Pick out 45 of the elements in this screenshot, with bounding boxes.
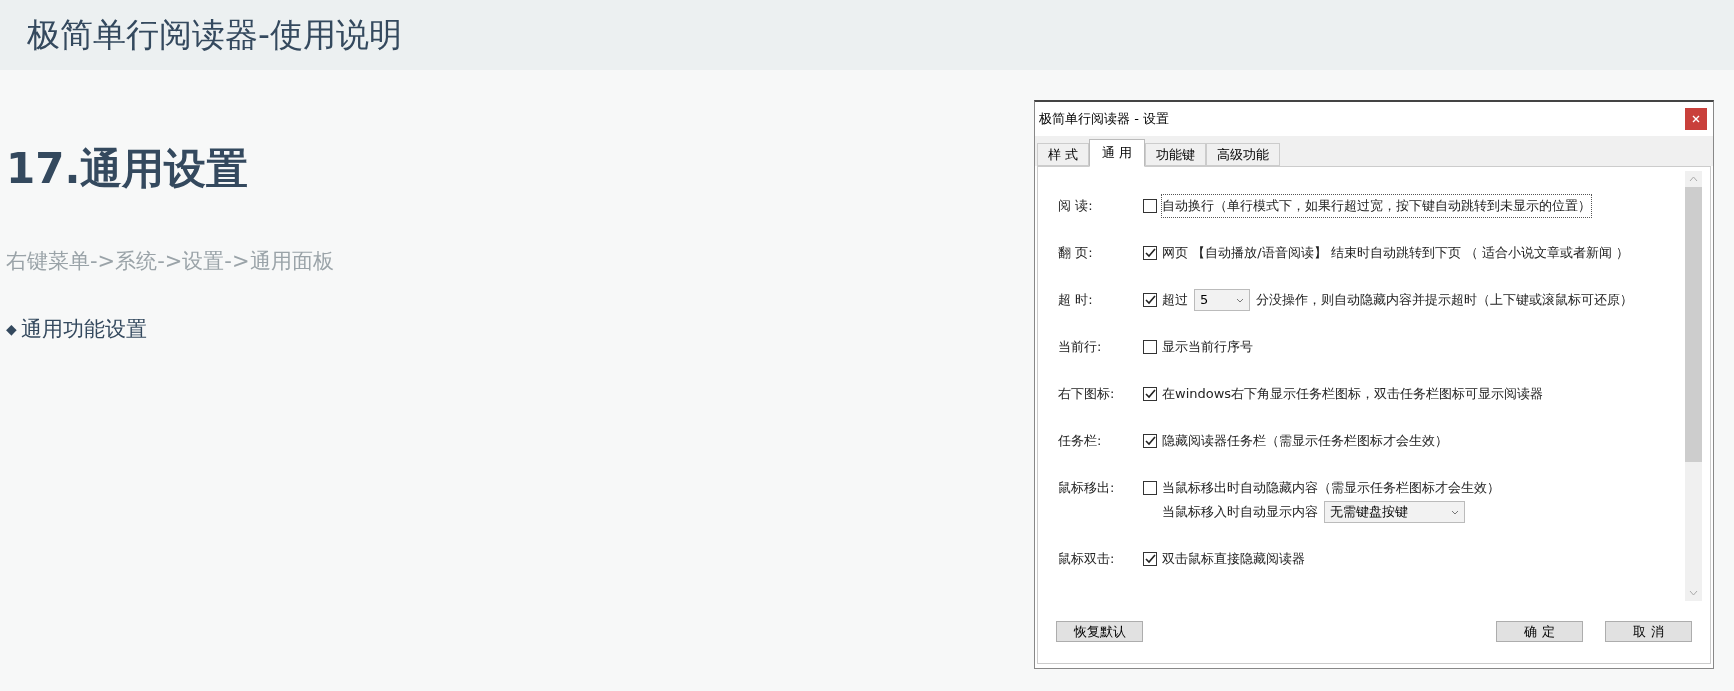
settings-tab[interactable]: 通 用 [1089,139,1146,167]
setting-text: 双击鼠标直接隐藏阅读器 [1162,550,1305,568]
setting-label: 鼠标双击: [1057,550,1116,568]
bullet-text: 通用功能设置 [20,315,147,343]
setting-text: 网页 【自动播放/语音阅读】 结束时自动跳转到下页 （ 适合小说文章或者新闻 ） [1162,244,1630,262]
setting-text: 在windows右下角显示任务栏图标，双击任务栏图标可显示阅读器 [1162,385,1544,403]
setting-label: 阅 读: [1057,197,1094,215]
setting-label: 鼠标移出: [1057,479,1116,497]
checkbox[interactable] [1143,340,1157,354]
ok-button[interactable]: 确 定 [1496,621,1583,642]
breadcrumb-text: 右键菜单->系统->设置->通用面板 [6,248,335,275]
setting-text: 显示当前行序号 [1162,338,1253,356]
settings-tab[interactable]: 高级功能 [1206,143,1281,166]
setting-label: 当前行: [1057,338,1103,356]
cancel-button[interactable]: 取 消 [1605,621,1692,642]
setting-text: 当鼠标移出时自动隐藏内容（需显示任务栏图标才会生效） [1162,479,1500,497]
bullet-icon: ◆ [6,318,17,340]
checkbox[interactable] [1143,434,1157,448]
checkbox[interactable] [1143,387,1157,401]
setting-text: 隐藏阅读器任务栏（需显示任务栏图标才会生效） [1162,432,1448,450]
setting-text: 超过 [1162,291,1188,309]
setting-label: 翻 页: [1057,244,1094,262]
settings-tab[interactable]: 样 式 [1037,143,1090,166]
settings-tab[interactable]: 功能键 [1145,143,1207,166]
dialog-title: 极简单行阅读器 - 设置 [1039,110,1169,129]
chevron-down-icon [1236,297,1244,303]
page-title: 极简单行阅读器-使用说明 [27,14,402,57]
dropdown[interactable]: 无需键盘按键 [1324,501,1465,523]
checkbox[interactable] [1143,293,1157,307]
checkbox[interactable] [1143,246,1157,260]
setting-label: 右下图标: [1057,385,1116,403]
checkbox[interactable] [1143,199,1157,213]
setting-label: 超 时: [1057,291,1094,309]
dropdown[interactable]: 5 [1194,289,1250,311]
reset-button[interactable]: 恢复默认 [1056,621,1143,642]
setting-label: 任务栏: [1057,432,1103,450]
chevron-down-icon [1451,509,1459,515]
checkbox[interactable] [1143,552,1157,566]
setting-text: 自动换行（单行模式下，如果行超过宽，按下键自动跳转到未显示的位置） [1162,197,1591,215]
close-icon [1692,115,1700,123]
close-button[interactable] [1685,108,1707,130]
checkbox[interactable] [1143,481,1157,495]
setting-text: 当鼠标移入时自动显示内容 [1162,503,1318,522]
setting-text: 分没操作，则自动隐藏内容并提示超时（上下键或滚鼠标可还原） [1256,291,1633,309]
section-heading: 17.通用设置 [6,148,250,190]
